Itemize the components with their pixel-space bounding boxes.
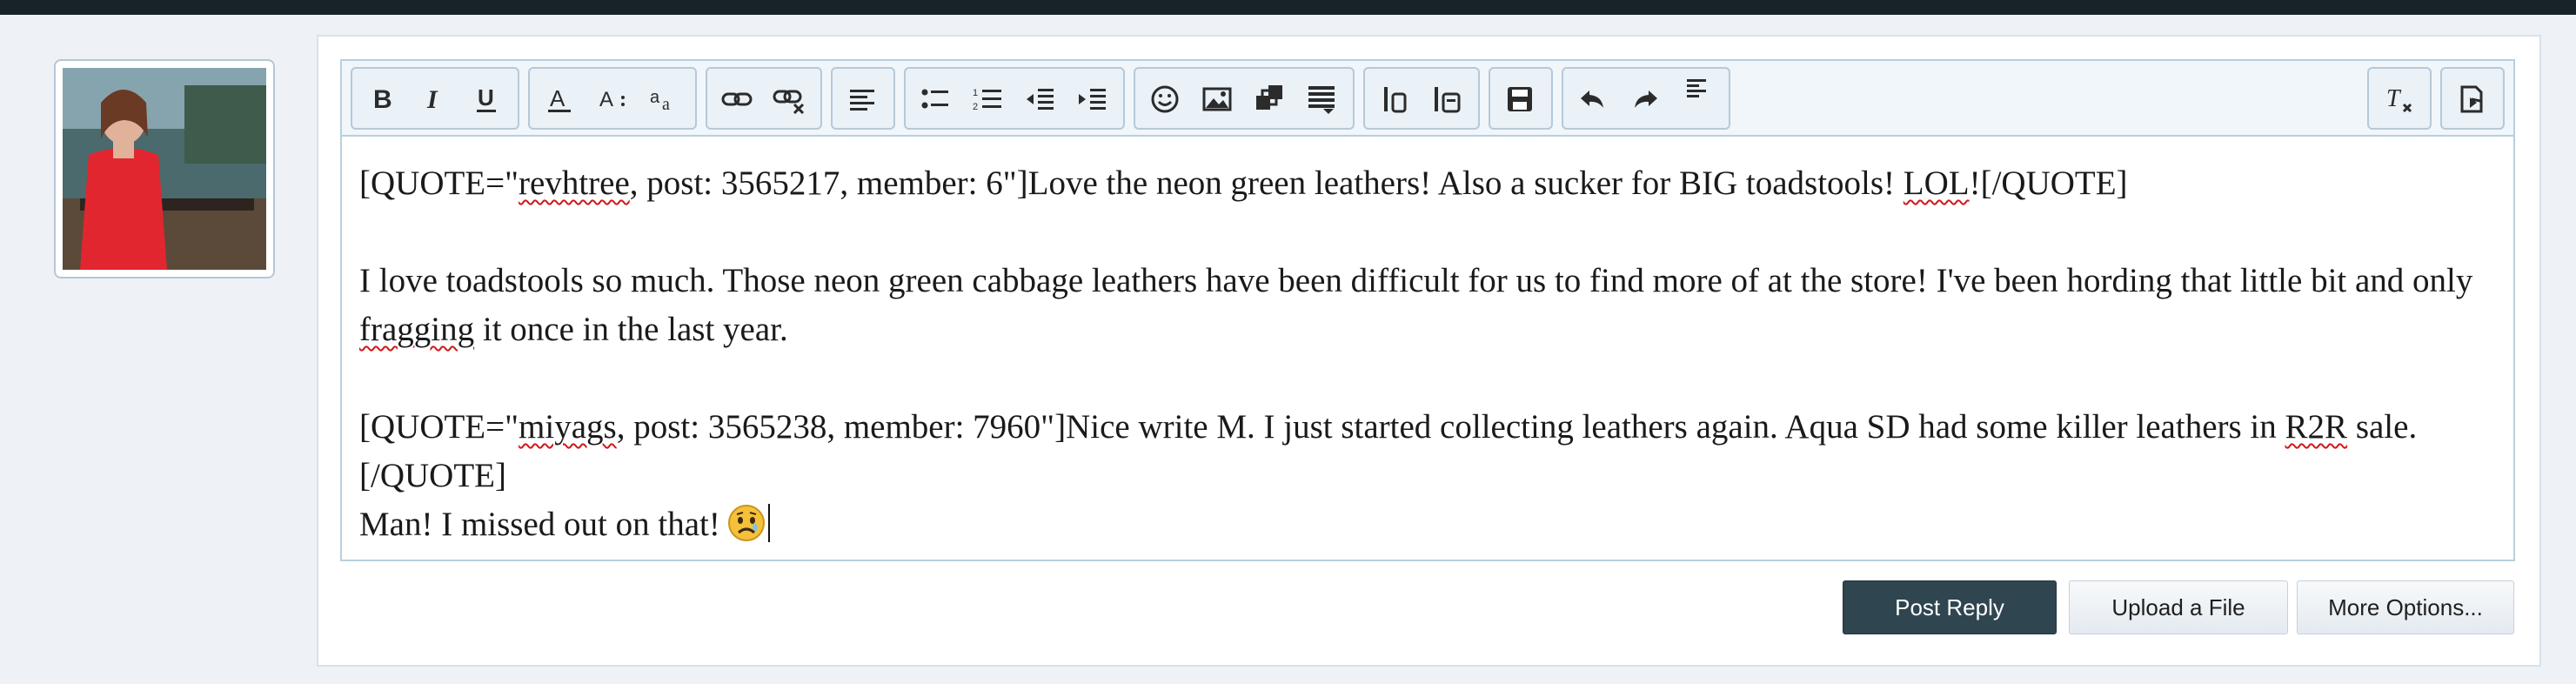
reply-last-line: Man! I missed out on that! [359, 500, 2496, 549]
quote-line-2: [QUOTE="miyags, post: 3565238, member: 7… [359, 408, 2418, 494]
align-group [831, 67, 895, 130]
svg-text:a: a [650, 88, 660, 107]
editor-toolbar: B I U A A aa 1 2 T [340, 59, 2515, 136]
toggle-bbcode-icon[interactable] [2447, 75, 2496, 124]
sad-face-emoji [727, 504, 766, 542]
svg-text:I: I [426, 85, 438, 114]
message-editor[interactable]: [QUOTE="revhtree, post: 3565217, member:… [340, 135, 2515, 561]
format-group: T [2367, 67, 2432, 130]
list-group: 12 [904, 67, 1125, 130]
underline-icon[interactable]: U [462, 75, 511, 124]
upload-file-button[interactable]: Upload a File [2069, 580, 2288, 634]
quote-line-1: [QUOTE="revhtree, post: 3565217, member:… [359, 164, 2128, 202]
insert-quote-icon[interactable] [1297, 75, 1346, 124]
insert-group [1134, 67, 1355, 130]
link-icon[interactable] [713, 75, 761, 124]
indent-icon[interactable] [1067, 75, 1116, 124]
avatar-frame[interactable] [54, 59, 275, 278]
reply-paragraph: I love toadstools so much. Those neon gr… [359, 262, 2473, 348]
svg-text:T: T [2386, 85, 2402, 112]
text-style-group: B I U [351, 67, 519, 130]
svg-text:A: A [599, 88, 613, 111]
save-draft-icon[interactable] [1495, 75, 1544, 124]
text-caret [767, 504, 770, 542]
more-options-icon[interactable] [1673, 69, 1722, 117]
undo-icon[interactable] [1569, 75, 1617, 124]
svg-text:2: 2 [973, 102, 978, 112]
font-family-icon[interactable]: aa [639, 75, 688, 124]
top-bar [0, 0, 2576, 15]
table-icon[interactable] [1370, 75, 1419, 124]
outdent-icon[interactable] [1015, 75, 1064, 124]
link-group [706, 67, 822, 130]
svg-text:U: U [478, 84, 494, 111]
svg-text:B: B [373, 85, 392, 114]
avatar[interactable] [63, 68, 266, 270]
font-group: A A aa [528, 67, 697, 130]
block-group [1363, 67, 1480, 130]
draft-group [1489, 67, 1553, 130]
image-icon[interactable] [1193, 75, 1241, 124]
remove-format-icon[interactable]: T [2374, 75, 2423, 124]
numbered-list-icon[interactable]: 12 [963, 75, 1012, 124]
bulleted-list-icon[interactable] [911, 75, 960, 124]
italic-icon[interactable]: I [410, 75, 458, 124]
font-size-icon[interactable]: A [587, 75, 636, 124]
history-group [1562, 67, 1730, 130]
unlink-icon[interactable] [765, 75, 813, 124]
mode-group [2440, 67, 2505, 130]
media-icon[interactable] [1245, 75, 1294, 124]
align-left-icon[interactable] [838, 75, 887, 124]
smilie-icon[interactable] [1141, 75, 1189, 124]
svg-text:A: A [550, 85, 565, 111]
bold-icon[interactable]: B [358, 75, 406, 124]
post-reply-button[interactable]: Post Reply [1843, 580, 2057, 634]
more-options-button[interactable]: More Options... [2297, 580, 2514, 634]
svg-text:1: 1 [973, 88, 978, 98]
redo-icon[interactable] [1621, 75, 1669, 124]
svg-text:a: a [662, 95, 670, 114]
code-icon[interactable] [1422, 75, 1471, 124]
font-color-icon[interactable]: A [535, 75, 584, 124]
